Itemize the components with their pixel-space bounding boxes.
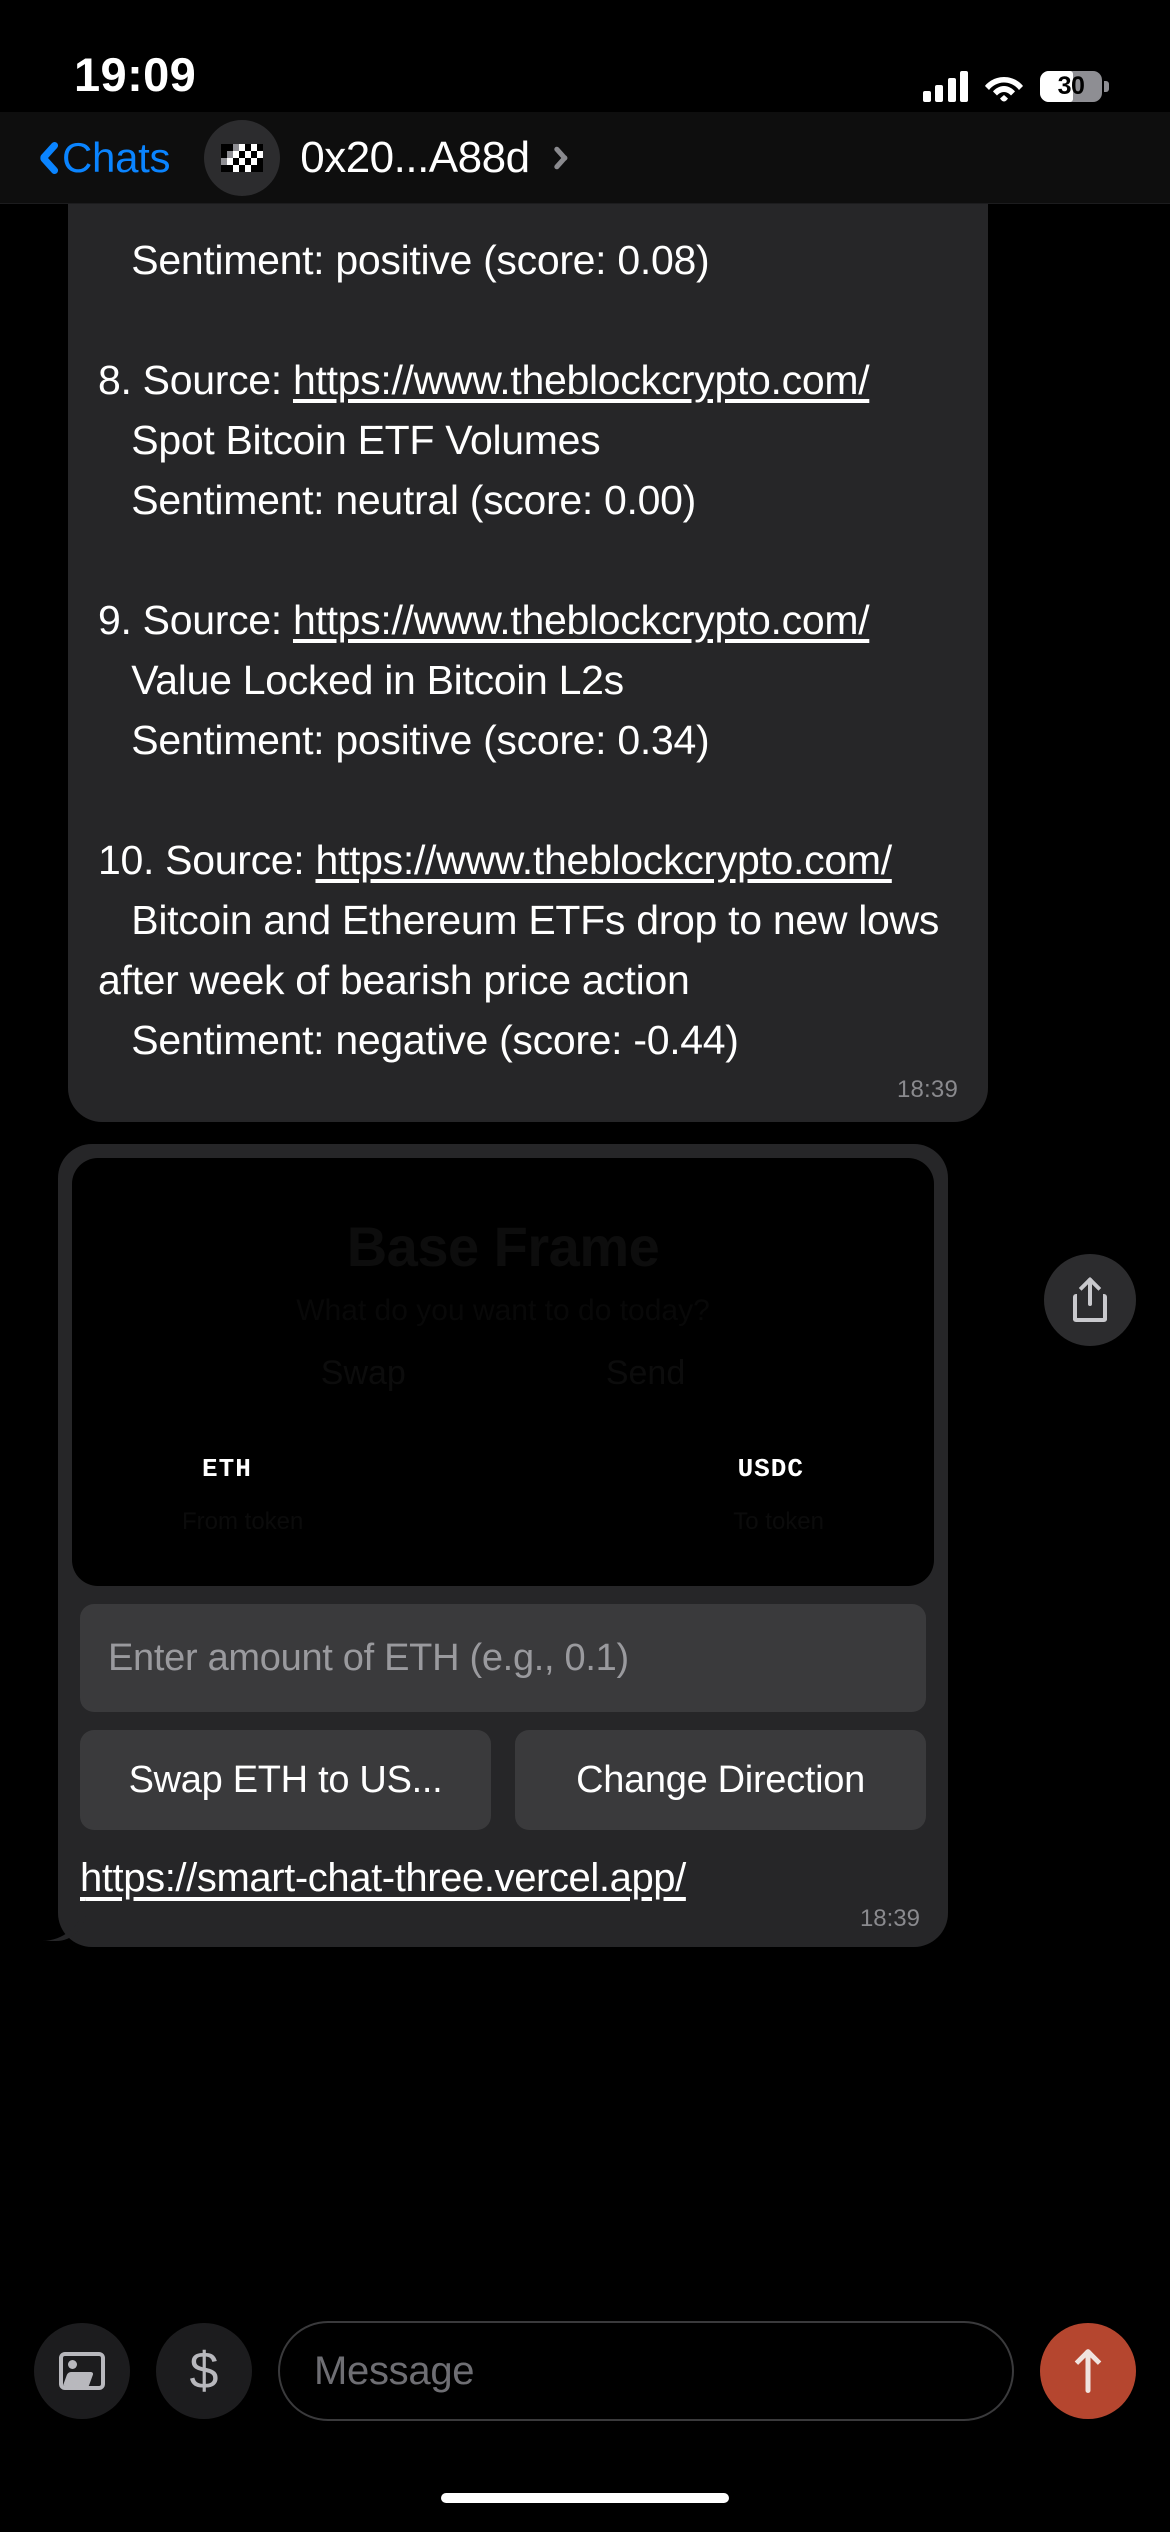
conversation-header[interactable]: 0x20...A88d [204, 119, 576, 196]
phone-screen: 19:09 30 Chats 0x20...A88d Sentiment: po… [0, 0, 1170, 2532]
frame-message-timestamp: 18:39 [859, 1905, 920, 1932]
arrow-up-icon [1071, 2348, 1105, 2393]
chevron-left-icon [30, 138, 52, 178]
share-button[interactable] [1044, 1254, 1136, 1346]
change-direction-button[interactable]: Change Direction [515, 1730, 926, 1830]
frame-tab-swap: Swap [320, 1354, 406, 1392]
frame-preview-title: Base Frame [346, 1215, 660, 1278]
photo-icon [59, 2352, 105, 2390]
frame-token-captions: From token To token [72, 1508, 934, 1536]
swap-eth-to-usdc-button[interactable]: Swap ETH to US... [80, 1730, 491, 1830]
message-thread[interactable]: Sentiment: positive (score: 0.08) 8. Sou… [0, 204, 1170, 2278]
back-button-label: Chats [62, 133, 171, 181]
page-title: 0x20...A88d [300, 132, 530, 182]
frame-token-from: ETH [202, 1454, 252, 1484]
wifi-icon [984, 72, 1024, 102]
message-input-placeholder: Message [314, 2348, 475, 2393]
source-link[interactable]: https://www.theblockcrypto.com/ [315, 837, 892, 883]
status-indicators: 30 [922, 70, 1109, 102]
news-message-bubble[interactable]: Sentiment: positive (score: 0.08) 8. Sou… [68, 204, 988, 1122]
wallet-identicon-avatar[interactable] [204, 119, 281, 196]
news-message-text: Sentiment: positive (score: 0.08) 8. Sou… [98, 237, 940, 1063]
frame-action-buttons: Swap ETH to US... Change Direction [80, 1730, 926, 1830]
frame-token-to: USDC [737, 1454, 804, 1484]
frame-url-link[interactable]: https://smart-chat-three.vercel.app/ [80, 1856, 926, 1901]
source-link[interactable]: https://www.theblockcrypto.com/ [293, 357, 870, 403]
battery-icon: 30 [1040, 71, 1109, 102]
chevron-right-icon[interactable] [560, 143, 576, 173]
battery-percent: 30 [1057, 72, 1085, 100]
identicon-grid [221, 143, 264, 172]
share-icon [1073, 1276, 1107, 1322]
frame-preview-tabs: Swap Send [72, 1354, 934, 1393]
home-indicator [0, 2464, 1170, 2532]
news-message-timestamp: 18:39 [896, 1076, 958, 1103]
send-message-button[interactable] [1040, 2323, 1136, 2419]
status-bar: 19:09 30 [0, 0, 1170, 112]
cellular-signal-icon [922, 70, 968, 102]
frame-from-caption: From token [182, 1508, 304, 1535]
back-to-chats-button[interactable]: Chats [30, 133, 171, 182]
frame-to-caption: To token [733, 1508, 824, 1535]
frame-token-pair: ETH USDC [72, 1454, 934, 1484]
attach-photo-button[interactable] [34, 2323, 130, 2419]
frame-preview-image[interactable]: Base Frame What do you want to do today?… [72, 1158, 934, 1586]
amount-input-placeholder: Enter amount of ETH (e.g., 0.1) [108, 1636, 629, 1679]
source-link[interactable]: https://www.theblockcrypto.com/ [293, 597, 870, 643]
status-time: 19:09 [74, 48, 197, 101]
home-bar [441, 2493, 729, 2503]
frame-preview-subtitle: What do you want to do today? [296, 1294, 710, 1327]
amount-input[interactable]: Enter amount of ETH (e.g., 0.1) [80, 1604, 926, 1712]
message-composer: $ Message [0, 2278, 1170, 2464]
frame-tab-send: Send [605, 1354, 686, 1392]
frame-message-bubble[interactable]: Base Frame What do you want to do today?… [58, 1144, 948, 1947]
send-money-button[interactable]: $ [156, 2323, 252, 2419]
message-input[interactable]: Message [278, 2321, 1014, 2421]
dollar-icon: $ [189, 2342, 219, 2400]
navigation-bar: Chats 0x20...A88d [0, 112, 1170, 204]
